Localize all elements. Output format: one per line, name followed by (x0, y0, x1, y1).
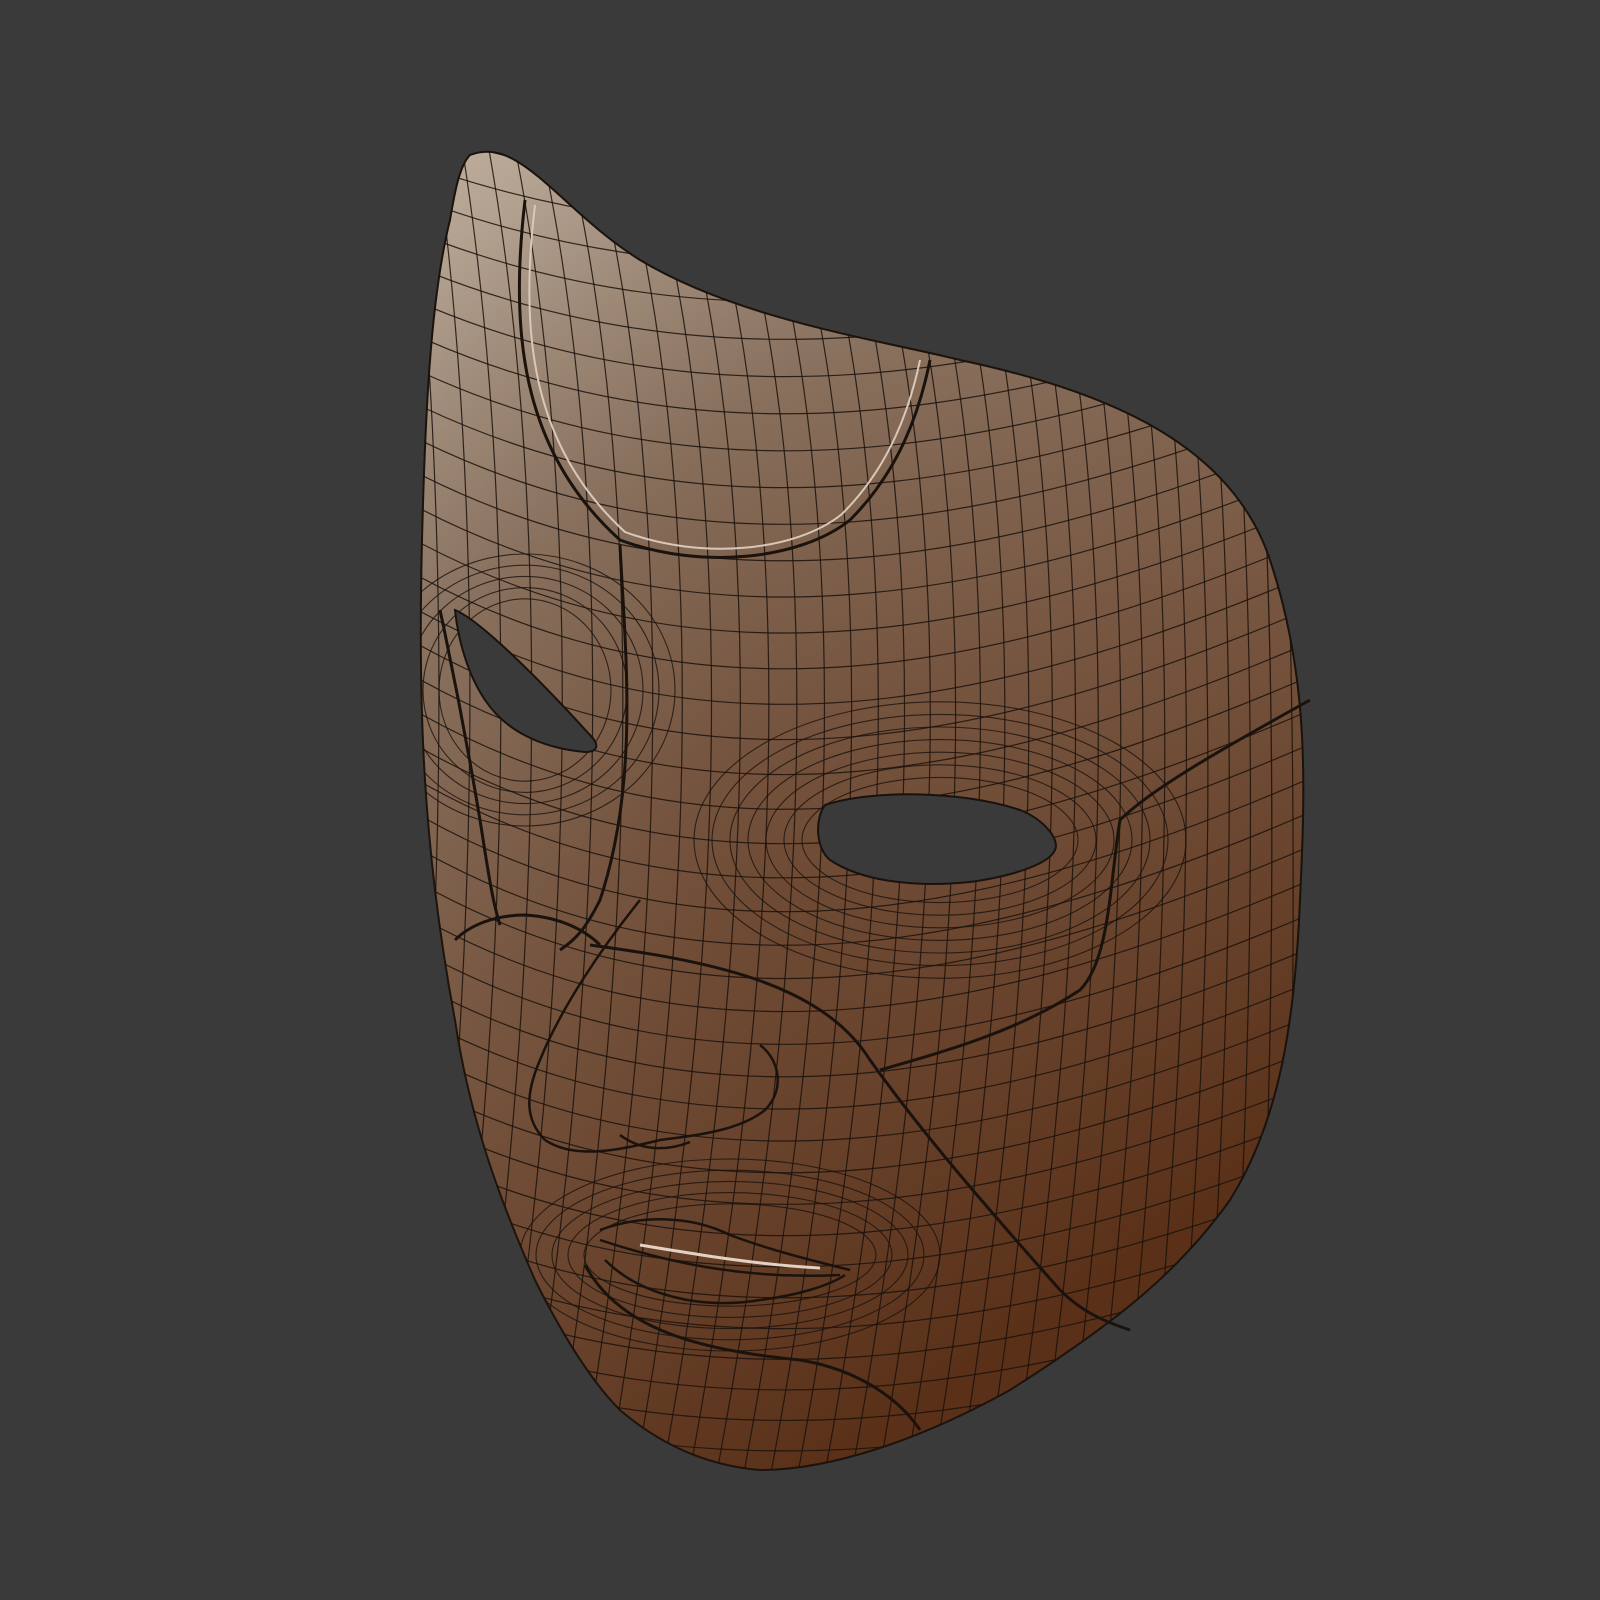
wire-edge-horizontal (420, 151, 1304, 153)
render-viewport (0, 0, 1600, 1600)
mask-render (360, 120, 1311, 1500)
wire-edge-horizontal (420, 151, 1304, 190)
wire-edge-vertical (360, 120, 408, 1500)
